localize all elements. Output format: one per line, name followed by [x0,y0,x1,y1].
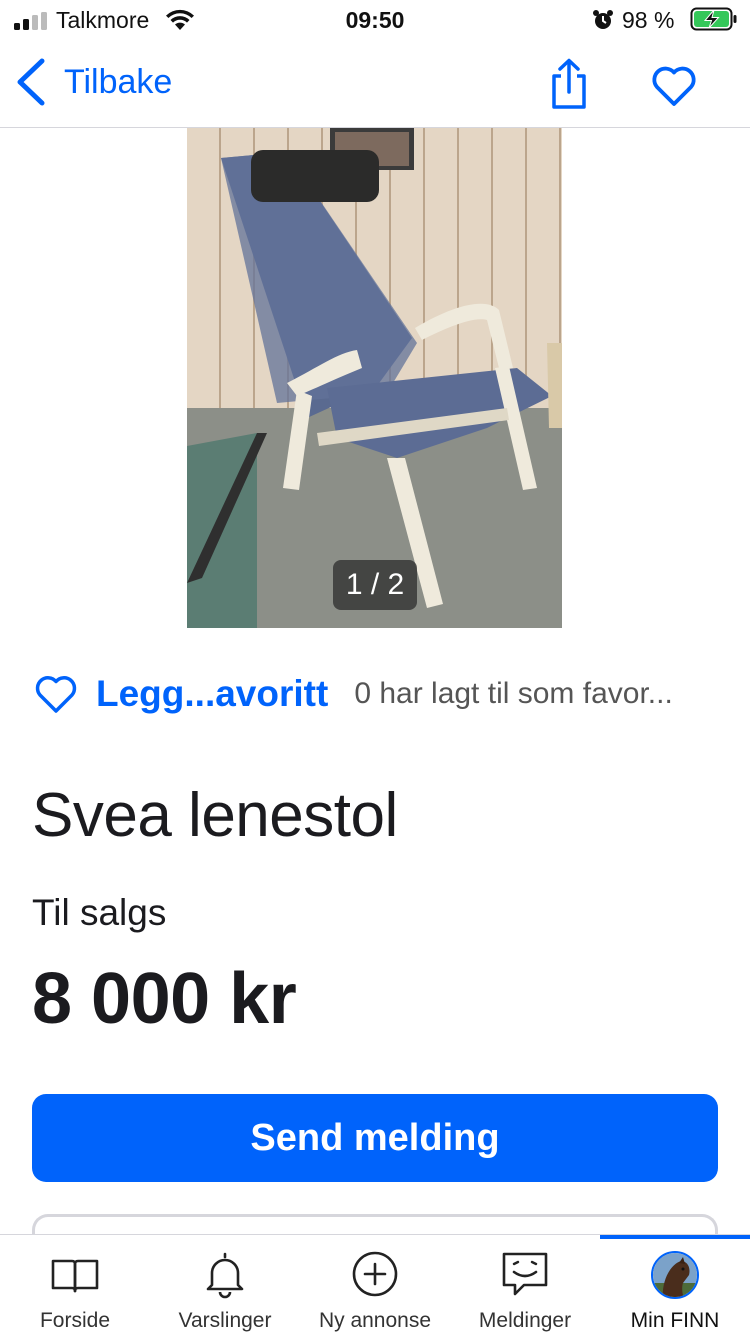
chair-photo [187,128,562,628]
avatar [651,1251,699,1299]
back-button[interactable]: Tilbake [14,52,172,112]
add-favorite-label: Legg...avoritt [96,673,329,714]
tab-label: Varslinger [178,1309,272,1332]
chevron-left-icon [17,58,45,106]
book-icon [51,1259,99,1293]
tab-forside[interactable]: Forside [0,1235,150,1334]
tab-label: Forside [39,1309,111,1332]
heart-icon [35,676,77,713]
listing-price: 8 000 kr [32,959,297,1039]
bell-icon [206,1252,244,1299]
tab-varslinger[interactable]: Varslinger [150,1235,300,1334]
tab-bar: Forside Varslinger Ny annonse Meldinger [0,1234,750,1334]
tab-label: Ny annonse [318,1309,432,1332]
status-bar: Talkmore 09:50 98 % [0,0,750,40]
add-favorite-button[interactable]: Legg...avoritt [34,673,328,715]
tab-ny-annonse[interactable]: Ny annonse [300,1235,450,1334]
tab-meldinger[interactable]: Meldinger [450,1235,600,1334]
chat-smile-icon [502,1252,548,1296]
listing-title: Svea lenestol [32,781,398,850]
tab-label: Meldinger [478,1309,572,1332]
image-counter: 1 / 2 [333,560,417,610]
tab-min-finn[interactable]: Min FINN [600,1235,750,1334]
plus-circle-icon [352,1251,398,1297]
sale-type: Til salgs [32,892,167,933]
listing-image[interactable]: 1 / 2 [187,128,562,628]
alarm-icon [593,10,613,29]
nav-bar: Tilbake [0,40,750,128]
battery-percent: 98 % [622,7,675,33]
tab-label: Min FINN [630,1309,720,1332]
battery-charging-icon [690,7,737,31]
favorite-row: Legg...avoritt 0 har lagt til som favor.… [34,668,724,720]
share-icon[interactable] [548,58,590,110]
back-label: Tilbake [64,62,173,101]
send-message-button[interactable]: Send melding [32,1094,718,1182]
favorite-count-text: 0 har lagt til som favor... [354,677,673,710]
heart-icon[interactable] [650,64,698,108]
